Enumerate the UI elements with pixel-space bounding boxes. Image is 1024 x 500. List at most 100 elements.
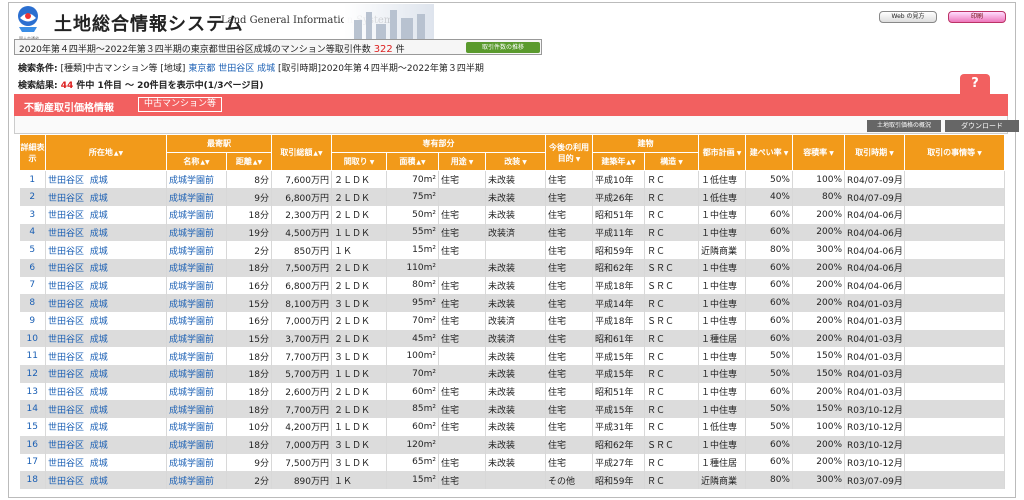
row-town[interactable]: 成城 [90,176,108,186]
row-ward[interactable]: 世田谷区 [48,300,84,310]
row-ward[interactable]: 世田谷区 [48,335,84,345]
row-ward[interactable]: 世田谷区 [48,247,84,257]
row-station-link[interactable]: 成城学園前 [166,453,227,472]
col-circumstances[interactable]: 取引の事情等 ▼ [904,134,1005,171]
print-button[interactable]: 印刷 [948,11,1006,23]
row-town[interactable]: 成城 [90,406,108,416]
price-overview-button[interactable]: 土地取引価格の概況 [867,120,941,132]
row-station-link[interactable]: 成城学園前 [166,382,227,401]
city-link[interactable]: 世田谷区 [218,64,254,74]
col-built-year[interactable]: 建築年▲▼ [592,152,645,171]
row-ward[interactable]: 世田谷区 [48,477,84,487]
row-ward[interactable]: 世田谷区 [48,353,84,363]
row-location-link[interactable]: 世田谷区 成城 [45,312,167,330]
col-city-plan[interactable]: 都市計画 ▼ [698,134,746,171]
row-detail-link[interactable]: 10 [19,329,46,348]
row-town[interactable]: 成城 [90,229,108,239]
col-structure[interactable]: 構造 ▼ [644,152,699,171]
row-town[interactable]: 成城 [90,335,108,345]
row-station-link[interactable]: 成城学園前 [166,188,227,206]
row-detail-link[interactable]: 8 [19,294,46,312]
site-title[interactable]: 土地総合情報システム [54,10,243,36]
row-town[interactable]: 成城 [90,441,108,451]
row-station-link[interactable]: 成城学園前 [166,435,227,454]
col-coverage[interactable]: 建ぺい率 ▼ [745,134,793,171]
mlit-logo[interactable] [16,5,40,37]
row-detail-link[interactable]: 12 [19,365,46,383]
town-link[interactable]: 成城 [257,64,275,74]
row-station-link[interactable]: 成城学園前 [166,223,227,242]
row-detail-link[interactable]: 15 [19,418,46,436]
col-station-dist[interactable]: 距離▲▼ [226,152,272,171]
row-location-link[interactable]: 世田谷区 成城 [45,223,167,242]
col-area[interactable]: 面積▲▼ [386,152,439,171]
row-location-link[interactable]: 世田谷区 成城 [45,188,167,206]
row-location-link[interactable]: 世田谷区 成城 [45,294,167,312]
row-location-link[interactable]: 世田谷区 成城 [45,365,167,383]
row-location-link[interactable]: 世田谷区 成城 [45,329,167,348]
row-town[interactable]: 成城 [90,300,108,310]
row-ward[interactable]: 世田谷区 [48,459,84,469]
row-detail-link[interactable]: 1 [19,170,46,189]
row-detail-link[interactable]: 9 [19,312,46,330]
row-town[interactable]: 成城 [90,459,108,469]
row-detail-link[interactable]: 16 [19,435,46,454]
help-icon[interactable]: ? [960,74,990,94]
row-location-link[interactable]: 世田谷区 成城 [45,241,167,259]
row-location-link[interactable]: 世田谷区 成城 [45,276,167,295]
row-detail-link[interactable]: 7 [19,276,46,295]
row-town[interactable]: 成城 [90,264,108,274]
row-detail-link[interactable]: 5 [19,241,46,259]
col-use[interactable]: 用途 ▼ [438,152,486,171]
row-station-link[interactable]: 成城学園前 [166,170,227,189]
row-location-link[interactable]: 世田谷区 成城 [45,205,167,224]
row-ward[interactable]: 世田谷区 [48,441,84,451]
row-ward[interactable]: 世田谷区 [48,370,84,380]
row-station-link[interactable]: 成城学園前 [166,365,227,383]
row-ward[interactable]: 世田谷区 [48,406,84,416]
row-ward[interactable]: 世田谷区 [48,264,84,274]
row-ward[interactable]: 世田谷区 [48,194,84,204]
download-button[interactable]: ダウンロード [945,120,1019,132]
col-price[interactable]: 取引総額▲▼ [271,134,332,171]
row-station-link[interactable]: 成城学園前 [166,205,227,224]
row-detail-link[interactable]: 11 [19,347,46,366]
row-location-link[interactable]: 世田谷区 成城 [45,435,167,454]
row-detail-link[interactable]: 17 [19,453,46,472]
row-station-link[interactable]: 成城学園前 [166,276,227,295]
row-location-link[interactable]: 世田谷区 成城 [45,418,167,436]
pref-link[interactable]: 東京都 [188,64,215,74]
row-location-link[interactable]: 世田谷区 成城 [45,258,167,277]
row-town[interactable]: 成城 [90,423,108,433]
row-station-link[interactable]: 成城学園前 [166,312,227,330]
row-ward[interactable]: 世田谷区 [48,282,84,292]
row-station-link[interactable]: 成城学園前 [166,294,227,312]
col-far[interactable]: 容積率 ▼ [792,134,845,171]
row-station-link[interactable]: 成城学園前 [166,471,227,489]
row-location-link[interactable]: 世田谷区 成城 [45,453,167,472]
row-town[interactable]: 成城 [90,370,108,380]
row-detail-link[interactable]: 6 [19,258,46,277]
row-town[interactable]: 成城 [90,194,108,204]
count-trend-button[interactable]: 取引件数の推移 [466,42,540,53]
col-future-use[interactable]: 今後の利用目的 ▼ [545,134,593,171]
row-station-link[interactable]: 成城学園前 [166,241,227,259]
row-station-link[interactable]: 成城学園前 [166,400,227,419]
row-town[interactable]: 成城 [90,388,108,398]
row-ward[interactable]: 世田谷区 [48,423,84,433]
row-ward[interactable]: 世田谷区 [48,388,84,398]
row-town[interactable]: 成城 [90,353,108,363]
col-location[interactable]: 所在地▲▼ [45,134,167,171]
row-station-link[interactable]: 成城学園前 [166,418,227,436]
row-location-link[interactable]: 世田谷区 成城 [45,400,167,419]
row-detail-link[interactable]: 2 [19,188,46,206]
row-ward[interactable]: 世田谷区 [48,317,84,327]
row-town[interactable]: 成城 [90,477,108,487]
row-station-link[interactable]: 成城学園前 [166,329,227,348]
row-detail-link[interactable]: 14 [19,400,46,419]
row-station-link[interactable]: 成城学園前 [166,347,227,366]
row-ward[interactable]: 世田谷区 [48,176,84,186]
row-town[interactable]: 成城 [90,317,108,327]
row-location-link[interactable]: 世田谷区 成城 [45,471,167,489]
row-town[interactable]: 成城 [90,247,108,257]
